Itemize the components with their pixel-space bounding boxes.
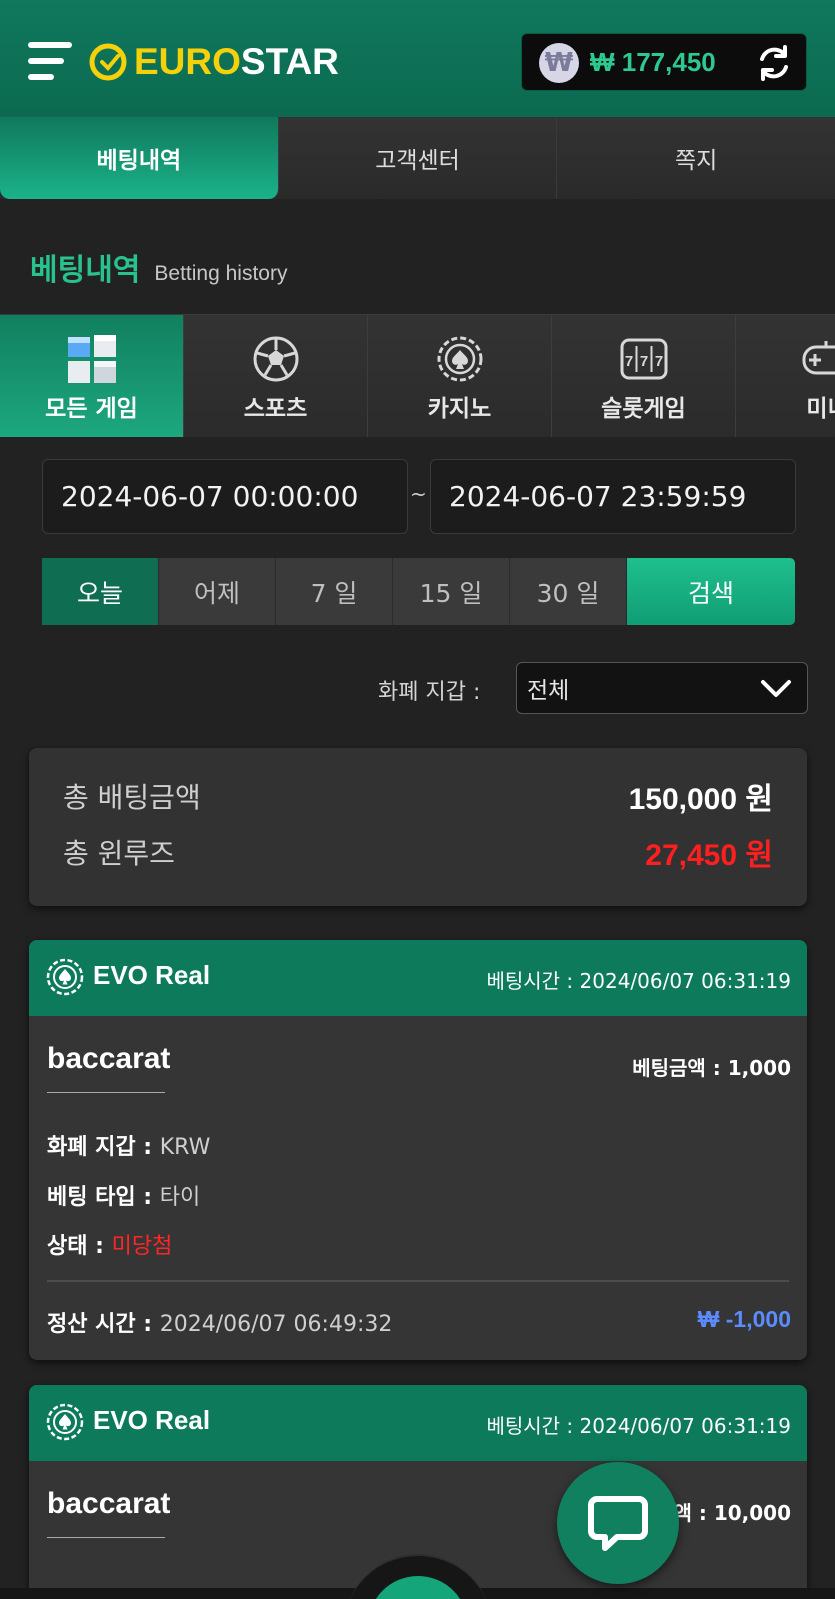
wallet-balance-box: ₩ ₩ 177,450 xyxy=(521,33,807,91)
bet-card: EVO Real 베팅시간 : 2024/06/07 06:31:19 bacc… xyxy=(29,940,807,1360)
tab-customer-center[interactable]: 고객센터 xyxy=(278,117,558,199)
tab-betting-history[interactable]: 베팅내역 xyxy=(0,117,279,199)
game-tab-label: 모든 게임 xyxy=(45,396,138,422)
game-tab-label: 스포츠 xyxy=(243,396,308,422)
range-30days-button[interactable]: 30 일 xyxy=(510,558,627,625)
bet-amount: 베팅금액 : 1,000 xyxy=(632,1056,791,1080)
page-title: 베팅내역 Betting history xyxy=(30,245,287,289)
gamepad-icon xyxy=(800,333,835,385)
logo-icon xyxy=(89,43,127,81)
game-tab-label: 슬롯게임 xyxy=(601,396,686,422)
bet-card-header: EVO Real 베팅시간 : 2024/06/07 06:31:19 xyxy=(29,940,807,1016)
bet-time: 베팅시간 : 2024/06/07 06:31:19 xyxy=(486,1414,791,1438)
tab-messages[interactable]: 쪽지 xyxy=(557,117,835,199)
date-separator: ~ xyxy=(410,482,427,506)
settle-time: 정산 시간 : 2024/06/07 06:49:32 xyxy=(47,1312,393,1337)
range-7days-button[interactable]: 7 일 xyxy=(276,558,393,625)
total-winloss-value: 27,450 원 xyxy=(645,839,773,872)
page-title-en: Betting history xyxy=(154,262,288,285)
game-tab-sports[interactable]: 스포츠 xyxy=(184,315,368,437)
currency-filter-label: 화폐 지갑 : xyxy=(378,680,481,705)
slot-machine-icon: 7 7 7 xyxy=(616,333,672,385)
svg-text:7: 7 xyxy=(654,353,662,370)
currency-select[interactable]: 전체 xyxy=(516,662,808,714)
quick-range-buttons: 오늘 어제 7 일 15 일 30 일 검색 xyxy=(42,558,795,625)
chat-bubble-icon xyxy=(588,1496,648,1551)
betting-summary: 총 배팅금액 150,000 원 총 윈루즈 27,450 원 xyxy=(29,748,807,906)
svg-text:7: 7 xyxy=(624,353,632,370)
casino-chip-icon xyxy=(46,1403,84,1441)
total-bet-label: 총 배팅금액 xyxy=(63,781,201,814)
game-tab-slot[interactable]: 7 7 7 슬롯게임 xyxy=(552,315,736,437)
search-button[interactable]: 검색 xyxy=(627,558,795,625)
chevron-down-icon xyxy=(761,680,791,697)
summary-row-total-bet: 총 배팅금액 150,000 원 xyxy=(63,774,773,818)
refresh-icon[interactable] xyxy=(754,43,794,83)
page-title-ko: 베팅내역 xyxy=(30,253,141,288)
range-yesterday-button[interactable]: 어제 xyxy=(159,558,276,625)
won-coin-icon: ₩ xyxy=(539,43,579,83)
game-tab-label: 카지노 xyxy=(427,396,492,422)
soccer-ball-icon xyxy=(248,333,304,385)
app-header: EUROSTAR ₩ ₩ 177,450 xyxy=(0,0,835,117)
casino-chip-icon xyxy=(46,958,84,996)
svg-text:7: 7 xyxy=(639,353,647,370)
range-today-button[interactable]: 오늘 xyxy=(42,558,159,625)
game-tab-label: 미니 xyxy=(806,396,835,422)
divider xyxy=(47,1280,789,1282)
status-badge: 미당첨 xyxy=(111,1234,173,1259)
cubes-icon xyxy=(64,333,120,385)
total-bet-value: 150,000 원 xyxy=(628,783,773,816)
game-tab-mini[interactable]: 미니 xyxy=(736,315,835,437)
chat-button[interactable] xyxy=(557,1462,679,1584)
range-15days-button[interactable]: 15 일 xyxy=(393,558,510,625)
balance-amount: ₩ 177,450 xyxy=(590,47,716,77)
logo-text: EUROSTAR xyxy=(134,41,339,82)
bet-game-name: baccarat xyxy=(47,1487,171,1520)
bet-time: 베팅시간 : 2024/06/07 06:31:19 xyxy=(486,969,791,993)
date-from-input[interactable]: 2024-06-07 00:00:00 xyxy=(42,459,408,534)
game-tab-all[interactable]: 모든 게임 xyxy=(0,315,184,437)
bet-payout: ₩ -1,000 xyxy=(697,1306,791,1332)
bet-game-name: baccarat xyxy=(47,1042,171,1075)
game-tab-casino[interactable]: 카지노 xyxy=(368,315,552,437)
menu-icon[interactable] xyxy=(28,42,74,82)
logo[interactable]: EUROSTAR xyxy=(88,40,339,84)
summary-row-winloss: 총 윈루즈 27,450 원 xyxy=(63,830,773,874)
currency-select-value: 전체 xyxy=(527,678,570,704)
total-winloss-label: 총 윈루즈 xyxy=(63,837,175,870)
bet-wallet: 화폐 지갑 : KRW xyxy=(47,1135,211,1160)
top-tabs: 베팅내역 고객센터 쪽지 xyxy=(0,117,835,199)
bet-type: 베팅 타입 : 타이 xyxy=(47,1185,201,1210)
game-name-underline xyxy=(47,1537,165,1538)
casino-chip-icon xyxy=(432,333,488,385)
bet-card-header: EVO Real 베팅시간 : 2024/06/07 06:31:19 xyxy=(29,1385,807,1461)
page: EUROSTAR ₩ ₩ 177,450 베팅내역 고객센터 쪽지 베팅내역 B… xyxy=(0,0,835,1599)
bet-status: 상태 : 미당첨 xyxy=(47,1234,173,1259)
game-name-underline xyxy=(47,1092,165,1093)
game-category-tabs: 모든 게임 스포츠 카지노 7 7 7 슬롯게임 미 xyxy=(0,314,835,437)
bet-provider: EVO Real xyxy=(93,960,211,990)
bet-provider: EVO Real xyxy=(93,1405,211,1435)
date-to-input[interactable]: 2024-06-07 23:59:59 xyxy=(430,459,796,534)
